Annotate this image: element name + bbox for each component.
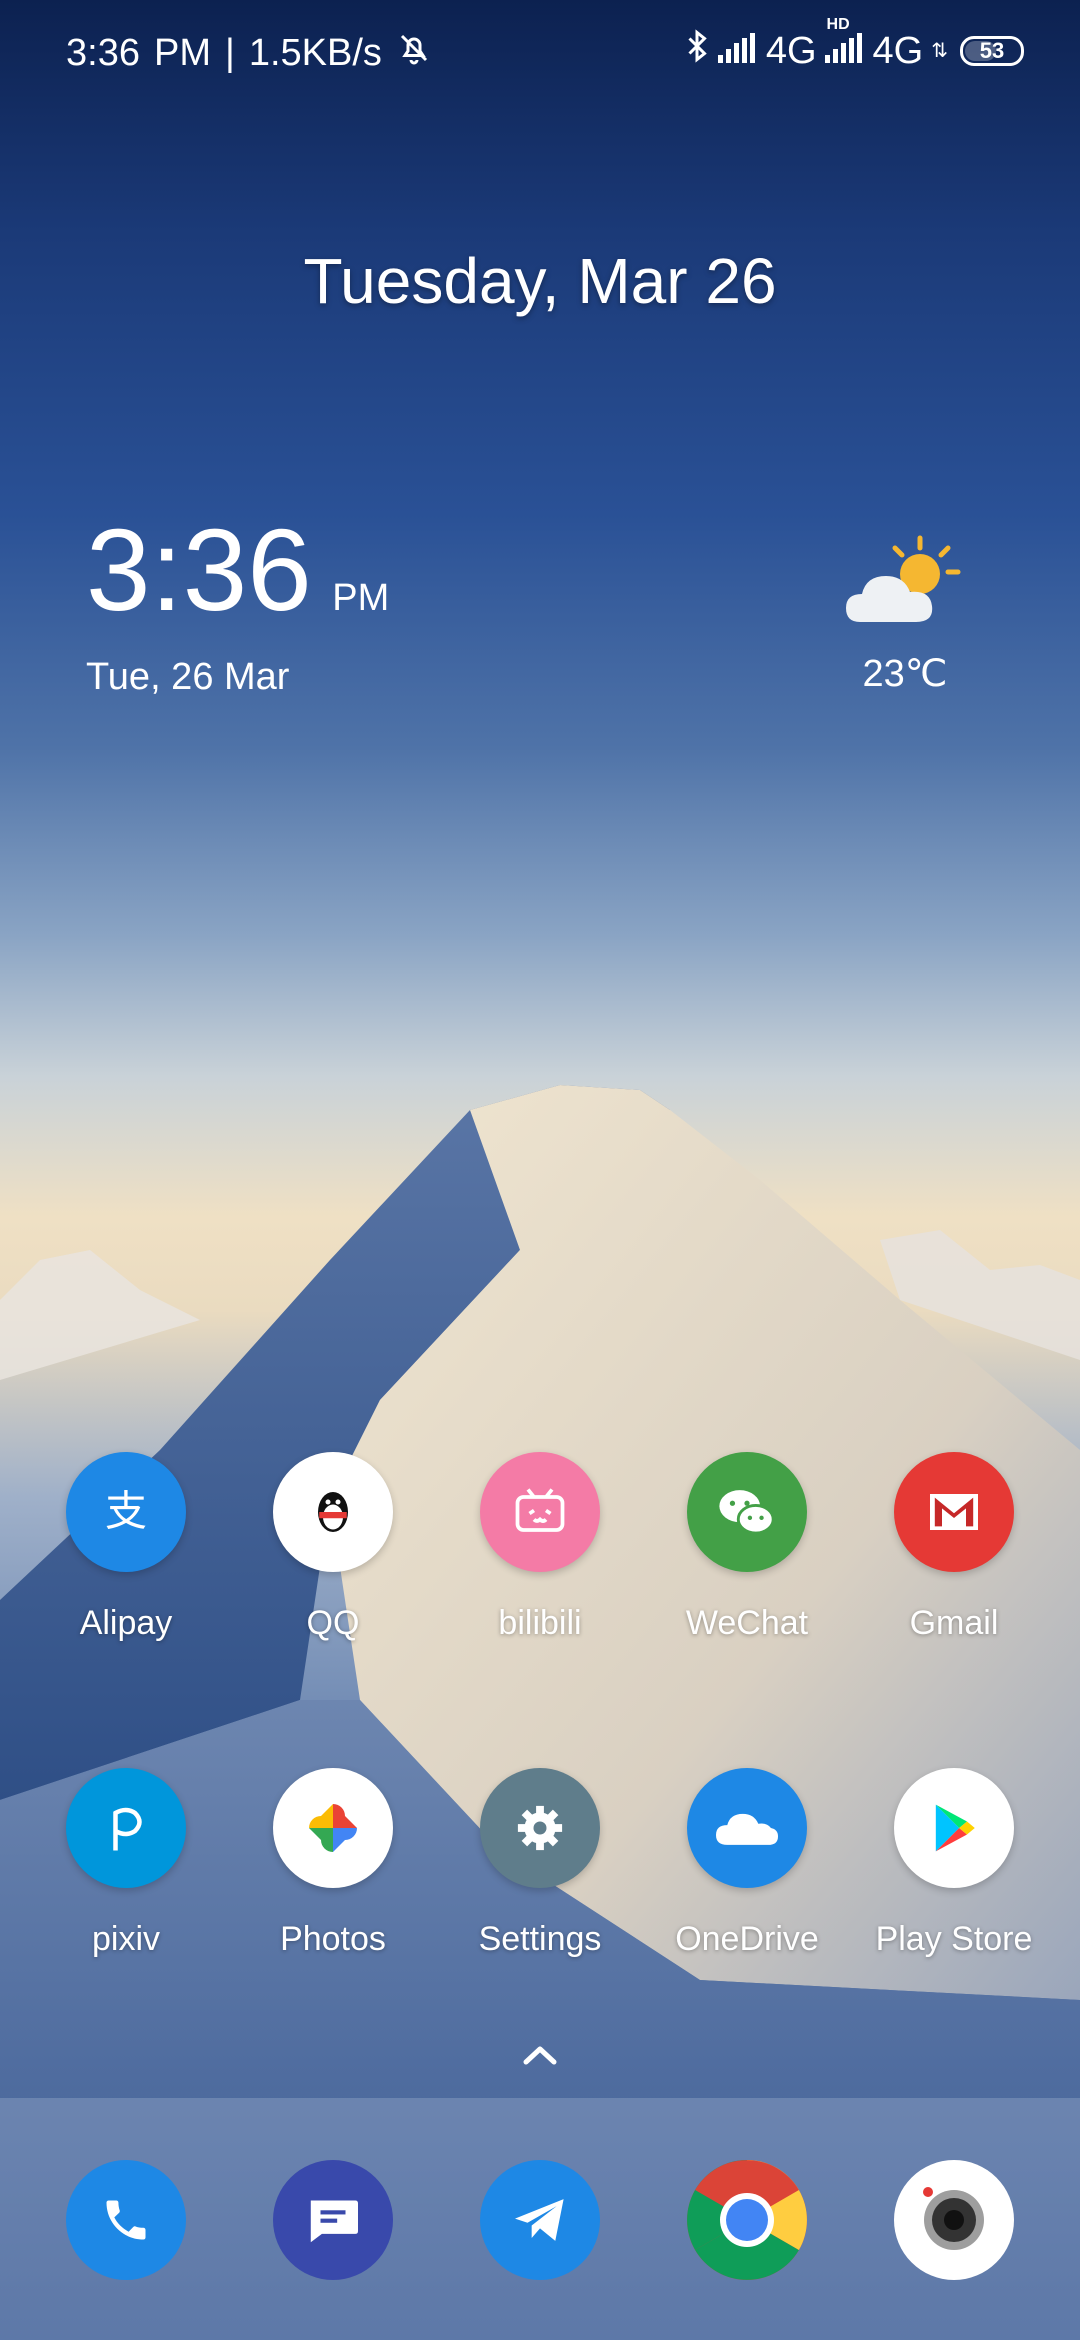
- data-arrows-icon: ⇅: [931, 40, 948, 62]
- dock-camera[interactable]: [894, 2160, 1014, 2280]
- app-qq[interactable]: QQ: [228, 1452, 438, 1643]
- weather-widget[interactable]: 23℃: [835, 530, 975, 696]
- camera-icon: [923, 2187, 984, 2250]
- status-ampm: PM: [153, 31, 211, 74]
- gmail-icon: [894, 1452, 1014, 1572]
- clock-date: Tue, 26 Mar: [86, 656, 290, 698]
- pixiv-icon: [66, 1768, 186, 1888]
- weather-temperature: 23℃: [862, 653, 948, 695]
- home-screen: 3:36 PM | 1.5KB/s 4G HD 4G ⇅ 53 Tuesday,…: [0, 0, 1080, 2340]
- chrome-icon: [687, 2160, 807, 2280]
- app-play-store[interactable]: Play Store: [849, 1768, 1059, 1959]
- bilibili-icon: [480, 1452, 600, 1572]
- messages-icon: [310, 2200, 358, 2243]
- svg-text:支: 支: [105, 1487, 147, 1536]
- status-separator: |: [224, 31, 235, 74]
- gear-icon: [480, 1768, 600, 1888]
- status-bar: 3:36 PM | 1.5KB/s 4G HD 4G ⇅ 53: [0, 0, 1080, 100]
- network-speed: 1.5KB/s: [248, 31, 382, 74]
- silent-bell-icon: [396, 30, 432, 76]
- photos-icon: [273, 1768, 393, 1888]
- signal-icon-2: [824, 32, 862, 63]
- app-label-onedrive: OneDrive: [675, 1920, 819, 1958]
- clock-ampm: PM: [332, 577, 390, 619]
- network-type-1: 4G: [765, 29, 817, 72]
- date-heading[interactable]: Tuesday, Mar 26: [0, 244, 1080, 318]
- phone-icon: [106, 2200, 146, 2240]
- bluetooth-icon: [684, 28, 710, 74]
- clock-time: 3:36: [86, 505, 312, 635]
- play-store-icon: [894, 1768, 1014, 1888]
- app-wechat[interactable]: WeChat: [642, 1452, 852, 1643]
- app-bilibili[interactable]: bilibili: [435, 1452, 645, 1643]
- telegram-icon: [515, 2199, 564, 2241]
- partly-sunny-icon: [846, 535, 961, 622]
- app-label-photos: Photos: [280, 1920, 386, 1958]
- dock-phone[interactable]: [66, 2160, 186, 2280]
- status-time: 3:36: [66, 31, 140, 74]
- wallpaper: [0, 1085, 1080, 2340]
- app-label-play-store: Play Store: [875, 1920, 1033, 1958]
- battery-indicator: 53: [960, 36, 1024, 66]
- app-label-wechat: WeChat: [685, 1604, 809, 1642]
- qq-icon: [273, 1452, 393, 1572]
- dock: [0, 2098, 1080, 2340]
- dock-telegram[interactable]: [480, 2160, 600, 2280]
- app-label-bilibili: bilibili: [498, 1604, 582, 1642]
- app-label-settings: Settings: [478, 1920, 602, 1958]
- battery-level: 53: [979, 38, 1005, 63]
- app-pixiv[interactable]: pixiv: [21, 1768, 231, 1959]
- clock-widget[interactable]: 3:36 PM Tue, 26 Mar: [86, 512, 506, 699]
- hd-label: HD: [826, 15, 850, 33]
- app-photos[interactable]: Photos: [228, 1768, 438, 1959]
- app-drawer-arrow[interactable]: [510, 2030, 570, 2080]
- app-label-gmail: Gmail: [909, 1604, 999, 1642]
- alipay-icon: 支: [66, 1452, 186, 1572]
- app-label-pixiv: pixiv: [91, 1920, 161, 1958]
- app-label-alipay: Alipay: [79, 1604, 173, 1642]
- dock-chrome[interactable]: [687, 2160, 807, 2280]
- cloud-icon: [687, 1768, 807, 1888]
- wechat-icon: [687, 1452, 807, 1572]
- app-alipay[interactable]: 支 Alipay: [21, 1452, 231, 1643]
- network-type-2: 4G: [872, 29, 924, 72]
- chevron-up-icon: [523, 2046, 557, 2065]
- signal-icon: [717, 30, 758, 73]
- app-label-qq: QQ: [306, 1604, 360, 1642]
- app-gmail[interactable]: Gmail: [849, 1452, 1059, 1643]
- app-settings[interactable]: Settings: [435, 1768, 645, 1959]
- app-onedrive[interactable]: OneDrive: [642, 1768, 852, 1959]
- dock-messages[interactable]: [273, 2160, 393, 2280]
